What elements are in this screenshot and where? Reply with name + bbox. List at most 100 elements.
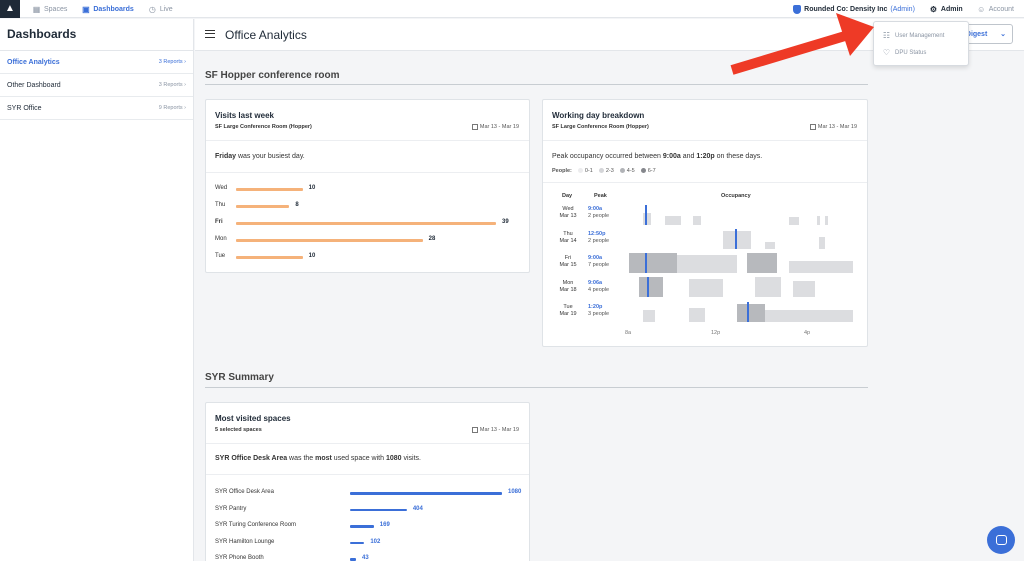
admin-menu-button[interactable]: ⚙ Admin [929, 5, 963, 14]
sidebar-item-office-analytics[interactable]: Office Analytics 3 Reports › [0, 51, 193, 74]
occupancy-block [747, 253, 777, 273]
legend-label: People: [552, 168, 572, 174]
dashboard-icon: ▣ [82, 4, 90, 14]
summary-bold: 1080 [385, 455, 402, 462]
date-range[interactable]: Mar 13 - Mar 19 [471, 427, 519, 433]
column-header-day: Day [562, 193, 573, 199]
occupancy-block [817, 216, 820, 225]
density-logo[interactable]: ▲ [0, 0, 20, 18]
peak-time: 9:00a [588, 255, 603, 261]
bar-label: Tue [215, 253, 226, 259]
section-title-syr-summary: SYR Summary [205, 372, 274, 383]
menu-item-dpu-status[interactable]: ♡ DPU Status [882, 44, 960, 61]
admin-label: Admin [940, 5, 963, 13]
bar-value: 10 [308, 185, 316, 191]
day-date: Mar 19 [559, 311, 577, 317]
occupancy-block [789, 261, 853, 273]
bar-label: Mon [215, 236, 227, 242]
row-peak: 12:50p 2 people [588, 231, 609, 245]
admin-dropdown-menu: ☷ User Management ♡ DPU Status [873, 21, 969, 66]
summary-text: visits. [401, 455, 421, 462]
bar-label: SYR Pantry [215, 505, 247, 512]
section-title-sf-hopper: SF Hopper conference room [205, 70, 340, 81]
occupancy-block [793, 281, 815, 297]
occupancy-row-tue [629, 302, 853, 322]
day-name: Tue [563, 304, 573, 310]
peak-people: 7 people [588, 262, 610, 268]
menu-item-label: DPU Status [895, 49, 927, 56]
org-role: (Admin) [890, 5, 915, 13]
summary-time-2: 1:20p [696, 153, 715, 160]
bar-value: 102 [370, 538, 381, 545]
legend-item: 2-3 [598, 168, 614, 174]
bar-value: 404 [412, 505, 423, 512]
occupancy-block [689, 279, 723, 297]
occupancy-row-wed [629, 205, 853, 225]
card-summary: Peak occupancy occurred between 9:00a an… [552, 153, 762, 160]
bar-value: 169 [379, 522, 390, 528]
menu-item-user-management[interactable]: ☷ User Management [882, 27, 960, 44]
account-button[interactable]: ☺ Account [977, 5, 1014, 14]
nav-spaces[interactable]: ▦ Spaces [32, 3, 68, 15]
summary-bold: SYR Office Desk Area [215, 455, 288, 462]
occupancy-block [643, 310, 655, 322]
legend-item: 0-1 [577, 168, 593, 174]
bar-label: Thu [215, 202, 226, 208]
hamburger-icon[interactable] [205, 30, 215, 38]
bar [350, 525, 374, 528]
bar [236, 222, 496, 225]
nav-spaces-label: Spaces [44, 5, 68, 13]
row-day: Thu Mar 14 [553, 231, 583, 245]
legend-text: 2-3 [605, 168, 614, 174]
sidebar-item-other-dashboard[interactable]: Other Dashboard 3 Reports › [0, 74, 193, 97]
org-switcher[interactable]: Rounded Co: Density Inc (Admin) [793, 4, 915, 14]
chevron-down-icon: ⌄ [1000, 31, 1006, 38]
axis-tick: 12p [711, 330, 721, 336]
legend-dot [619, 168, 625, 174]
date-range[interactable]: Mar 13 - Mar 19 [471, 124, 519, 130]
sidebar-item-count: 3 Reports › [158, 59, 186, 65]
user-icon: ☺ [977, 4, 986, 14]
occupancy-block [789, 217, 799, 225]
peak-people: 2 people [588, 238, 610, 244]
date-range[interactable]: Mar 13 - Mar 19 [809, 124, 857, 130]
column-header-peak: Peak [594, 193, 607, 199]
day-date: Mar 15 [559, 262, 577, 268]
working-day-breakdown-card: Working day breakdown SF Large Conferenc… [542, 99, 868, 347]
people-legend: People: 0-1 2-3 4-5 6-7 [552, 168, 656, 174]
occupancy-block [755, 277, 781, 297]
users-icon: ☷ [882, 31, 891, 40]
peak-marker [645, 205, 647, 225]
grid-icon: ▦ [32, 4, 41, 14]
axis-tick: 8a [625, 330, 632, 336]
legend-dot [598, 168, 604, 174]
legend-text: 4-5 [626, 168, 635, 174]
bar-label: Wed [215, 185, 228, 191]
legend-text: 0-1 [584, 168, 593, 174]
column-header-occupancy: Occupancy [721, 193, 751, 199]
chat-icon [995, 535, 1007, 545]
sidebar-item-syr-office[interactable]: SYR Office 9 Reports › [0, 97, 193, 120]
row-peak: 9:06a 4 people [588, 280, 609, 294]
bar-label: SYR Hamilton Lounge [215, 538, 275, 545]
calendar-icon [471, 124, 478, 130]
top-nav: ▦ Spaces ▣ Dashboards ◷ Live [32, 3, 173, 15]
bar-value: 1080 [508, 489, 522, 495]
visits-last-week-card: Visits last week SF Large Conference Roo… [205, 99, 530, 273]
nav-dashboards[interactable]: ▣ Dashboards [81, 3, 134, 15]
clock-icon: ◷ [148, 4, 156, 14]
day-date: Mar 13 [559, 213, 577, 219]
nav-live[interactable]: ◷ Live [148, 3, 173, 15]
summary-text: used space with [331, 455, 386, 462]
bar [236, 205, 290, 208]
card-divider [206, 474, 529, 475]
summary-bold: most [315, 455, 332, 462]
peak-time: 9:00a [588, 206, 603, 212]
section-divider [205, 387, 868, 388]
chat-support-button[interactable] [987, 526, 1015, 554]
bar [350, 508, 407, 511]
legend-item: 6-7 [640, 168, 656, 174]
row-day: Wed Mar 13 [553, 206, 583, 220]
bar-label: SYR Phone Booth [215, 555, 264, 561]
summary-post: on these days. [714, 153, 763, 160]
